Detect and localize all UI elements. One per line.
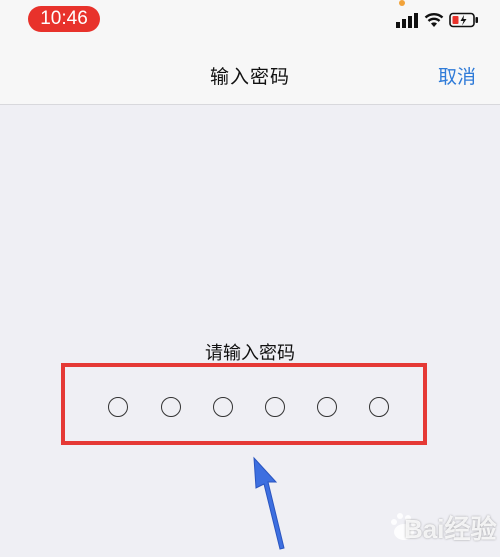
watermark-text: Bai经验: [404, 514, 497, 544]
navigation-bar: 输入密码 取消: [0, 42, 500, 105]
passcode-digit-5[interactable]: [317, 397, 337, 417]
passcode-digit-2[interactable]: [161, 397, 181, 417]
status-time: 10:46: [28, 6, 100, 32]
page-title: 输入密码: [209, 66, 290, 88]
passcode-digit-1[interactable]: [108, 397, 128, 417]
cellular-signal-icon: [396, 13, 418, 28]
passcode-digit-6[interactable]: [369, 397, 389, 417]
battery-charging-icon: [449, 12, 478, 28]
blue-arrow-icon: [253, 456, 285, 550]
passcode-digit-4[interactable]: [265, 397, 285, 417]
status-bar: 10:46: [0, 0, 500, 42]
passcode-digit-3[interactable]: [213, 397, 233, 417]
passcode-prompt: 请输入密码: [205, 343, 295, 364]
cancel-button[interactable]: 取消: [438, 62, 476, 89]
privacy-indicator-dot: [399, 0, 405, 6]
wifi-icon: [424, 13, 444, 27]
